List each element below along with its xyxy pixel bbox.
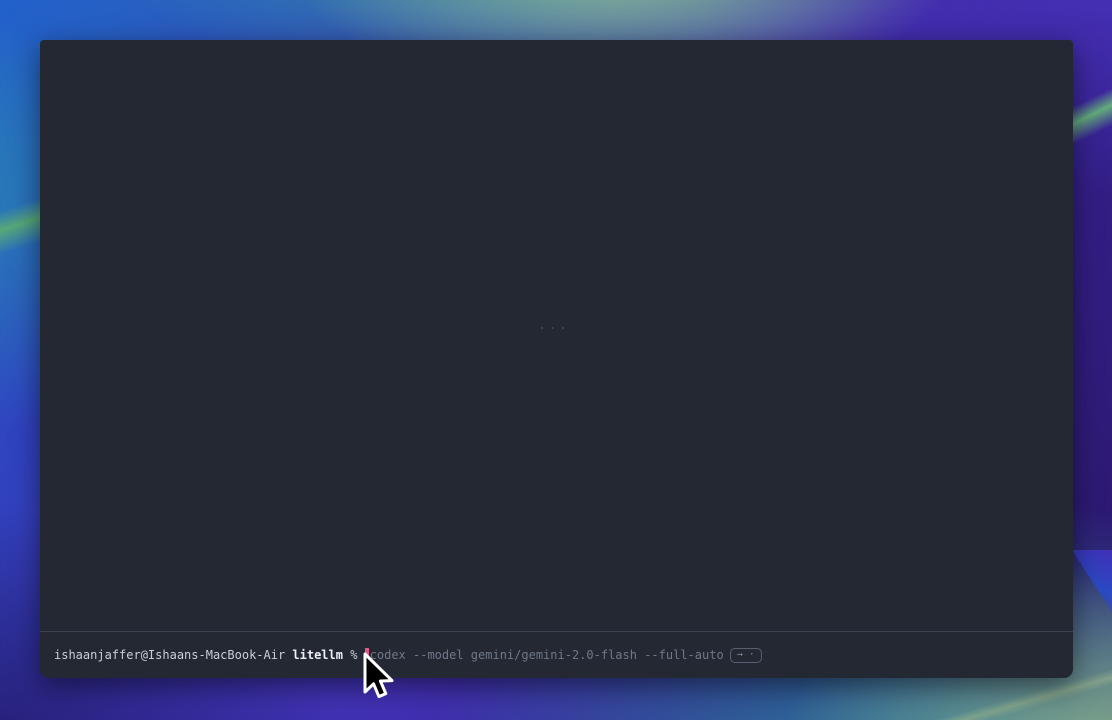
terminal-text-cursor: [365, 648, 369, 662]
prompt-symbol: %: [350, 648, 357, 662]
terminal-window[interactable]: ··· ishaanjaffer@Ishaans-MacBook-Air lit…: [40, 40, 1073, 678]
terminal-loading-indicator: ···: [538, 321, 569, 337]
suggestion-accept-hint-badge: → ·: [730, 648, 762, 663]
command-suggestion-text: codex --model gemini/gemini-2.0-flash --…: [370, 648, 724, 662]
prompt-directory: litellm: [292, 648, 343, 662]
prompt-user-host: ishaanjaffer@Ishaans-MacBook-Air: [54, 648, 285, 662]
terminal-prompt-row[interactable]: ishaanjaffer@Ishaans-MacBook-Air litellm…: [40, 632, 1073, 678]
